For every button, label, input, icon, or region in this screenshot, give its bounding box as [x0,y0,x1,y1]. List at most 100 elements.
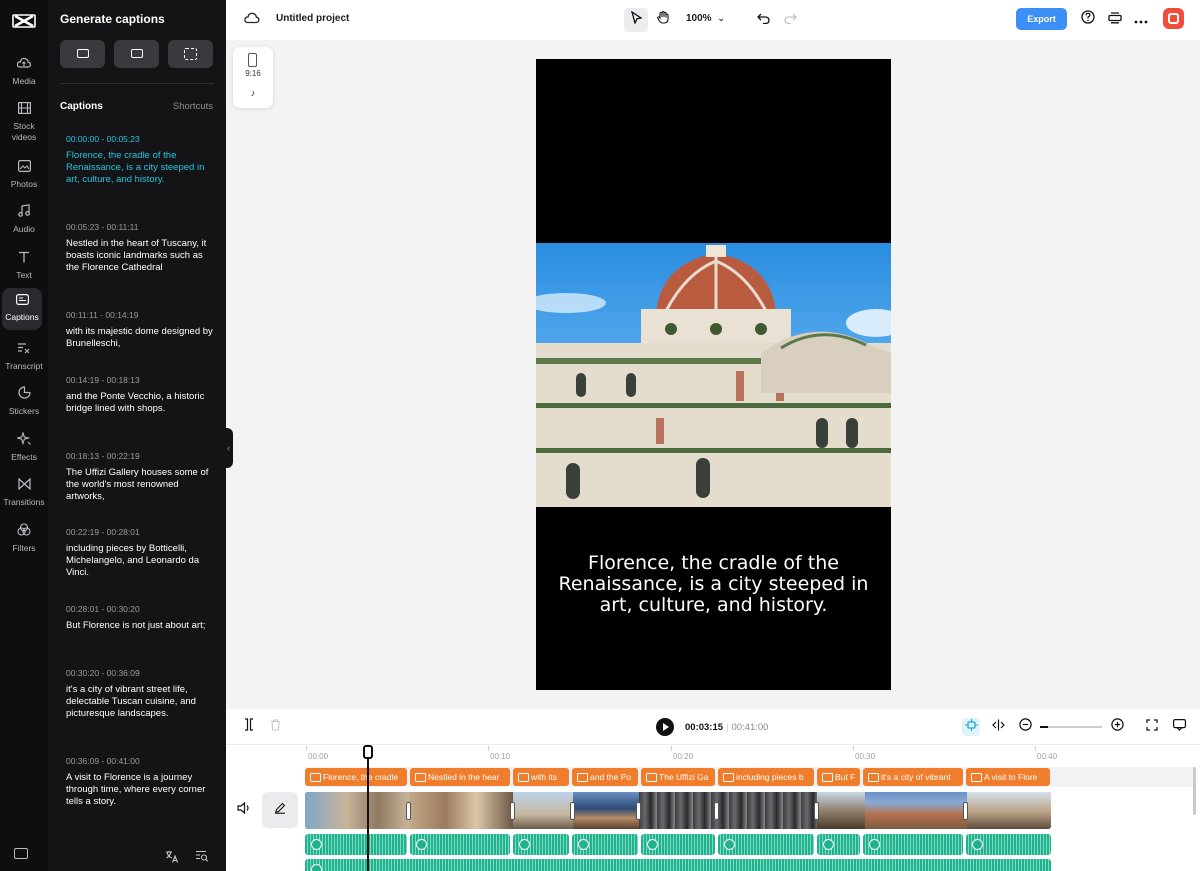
search-list-icon[interactable] [195,850,209,864]
caption-text[interactable]: Florence, the cradle of the Renaissance,… [66,150,214,186]
video-clip[interactable] [513,792,573,829]
caption-clip[interactable]: Nestled in the hear [410,768,510,786]
stack-icon[interactable] [1103,8,1127,32]
audio-clip[interactable] [513,834,569,855]
video-clip[interactable] [865,792,967,829]
audio-clip[interactable] [641,834,715,855]
rail-captions[interactable]: Captions [2,288,42,330]
audio-clip[interactable] [966,834,1051,855]
aspect-ratio-widget[interactable]: 9:16 ♪ [233,47,273,108]
caption-item[interactable]: 00:22:19 - 00:28:01 including pieces by … [66,526,214,579]
caption-text[interactable]: Nestled in the heart of Tuscany, it boas… [66,238,214,274]
caption-text[interactable]: including pieces by Botticelli, Michelan… [66,543,214,579]
rail-transitions[interactable]: Transitions [0,473,48,515]
zoom-in-icon[interactable] [1108,718,1126,736]
rail-audio[interactable]: Audio [0,200,48,242]
fullscreen-icon[interactable] [1143,718,1161,736]
audio-clip[interactable] [305,834,407,855]
video-subtitle[interactable]: Florence, the cradle of the Renaissance,… [556,553,871,616]
audio-track-voice[interactable] [305,834,1051,855]
audio-clip[interactable] [817,834,860,855]
caption-text[interactable]: But Florence is not just about art; [66,620,214,632]
redo-icon[interactable] [778,8,802,32]
caption-text[interactable]: A visit to Florence is a journey through… [66,772,214,808]
caption-text[interactable]: The Uffizi Gallery houses some of the wo… [66,467,214,503]
select-tool-icon[interactable] [624,8,648,32]
rail-effects[interactable]: Effects [0,428,48,470]
project-title[interactable]: Untitled project [276,13,349,24]
cloud-sync-icon[interactable] [244,11,260,27]
more-icon[interactable] [1129,8,1153,32]
caption-item[interactable]: 00:11:11 - 00:14:19 with its majestic do… [66,309,214,350]
audio-clip[interactable] [572,834,638,855]
zoom-select[interactable]: 100% ⌄ [686,13,725,24]
rail-stickers[interactable]: Stickers [0,382,48,424]
caption-clip[interactable]: and the Po [572,768,638,786]
video-clip[interactable] [639,792,817,829]
brand-app-icon[interactable] [1163,8,1184,29]
zoom-out-icon[interactable] [1016,718,1034,736]
caption-item[interactable]: 00:05:23 - 00:11:11 Nestled in the heart… [66,221,214,274]
play-button[interactable] [656,718,674,736]
translate-icon[interactable] [165,850,179,864]
timeline[interactable]: 00:00 00:10 00:20 00:30 00:40 Florence, … [226,745,1200,871]
auto-snap-icon[interactable] [962,718,980,736]
split-icon[interactable] [240,718,258,736]
caption-style-button[interactable] [60,40,105,68]
mute-icon[interactable] [226,792,262,828]
audio-clip[interactable] [305,859,1051,871]
caption-track[interactable]: Florence, the cradle Nestled in the hear… [305,767,1195,787]
clip-trim-handle[interactable] [570,802,575,820]
link-track-icon[interactable] [989,718,1007,736]
caption-item[interactable]: 00:00:00 - 00:05:23 Florence, the cradle… [66,133,214,186]
video-clip[interactable] [967,792,1051,829]
delete-icon[interactable] [266,718,284,736]
video-track[interactable] [305,792,1051,829]
audio-track-music[interactable] [305,859,1051,871]
rail-transcript[interactable]: Transcript [0,337,48,379]
panel-collapse-handle[interactable]: ‹ [224,428,233,468]
video-clip[interactable] [573,792,639,829]
caption-item[interactable]: 00:18:13 - 00:22:19 The Uffizi Gallery h… [66,450,214,503]
time-ruler[interactable]: 00:00 00:10 00:20 00:30 00:40 [305,745,1186,765]
clip-trim-handle[interactable] [510,802,515,820]
caption-clip[interactable]: A visit to Flore [966,768,1050,786]
video-preview[interactable]: Florence, the cradle of the Renaissance,… [536,59,891,690]
caption-item[interactable]: 00:14:19 - 00:18:13 and the Ponte Vecchi… [66,374,214,415]
audio-clip[interactable] [718,834,814,855]
caption-item[interactable]: 00:36:09 - 00:41:00 A visit to Florence … [66,755,214,808]
caption-text[interactable]: it's a city of vibrant street life, dele… [66,684,214,720]
tab-captions[interactable]: Captions [60,101,103,112]
caption-clip[interactable]: But F [817,768,860,786]
video-clip[interactable] [409,792,513,829]
caption-clip[interactable]: it's a city of vibrant [863,768,963,786]
timeline-scrollbar[interactable] [1193,767,1196,815]
audio-clip[interactable] [863,834,963,855]
clip-trim-handle[interactable] [814,802,819,820]
video-clip[interactable] [817,792,865,829]
caption-text[interactable]: with its majestic dome designed by Brune… [66,326,214,350]
rail-media[interactable]: Media [0,52,48,94]
rail-stock-videos[interactable]: Stock videos [0,97,48,142]
feedback-icon[interactable] [1170,718,1188,736]
caption-clip[interactable]: including pieces b [718,768,814,786]
rail-filters[interactable]: Filters [0,519,48,561]
caption-subtitle-button[interactable] [114,40,159,68]
caption-clip[interactable]: with its [513,768,569,786]
clip-trim-handle[interactable] [406,802,411,820]
caption-clip[interactable]: The Uffizi Ga [641,768,715,786]
playhead[interactable] [363,745,373,871]
caption-auto-button[interactable] [168,40,213,68]
timeline-zoom-slider[interactable] [1040,726,1102,728]
tab-shortcuts[interactable]: Shortcuts [173,101,213,112]
undo-icon[interactable] [751,8,775,32]
audio-clip[interactable] [410,834,510,855]
caption-item[interactable]: 00:30:20 - 00:36:09 it's a city of vibra… [66,667,214,720]
clip-trim-handle[interactable] [714,802,719,820]
clip-trim-handle[interactable] [636,802,641,820]
rail-photos[interactable]: Photos [0,155,48,197]
edit-cover-icon[interactable] [262,792,298,828]
export-button[interactable]: Export [1016,8,1067,30]
rail-text[interactable]: Text [0,246,48,288]
caption-item[interactable]: 00:28:01 - 00:30:20 But Florence is not … [66,603,214,632]
